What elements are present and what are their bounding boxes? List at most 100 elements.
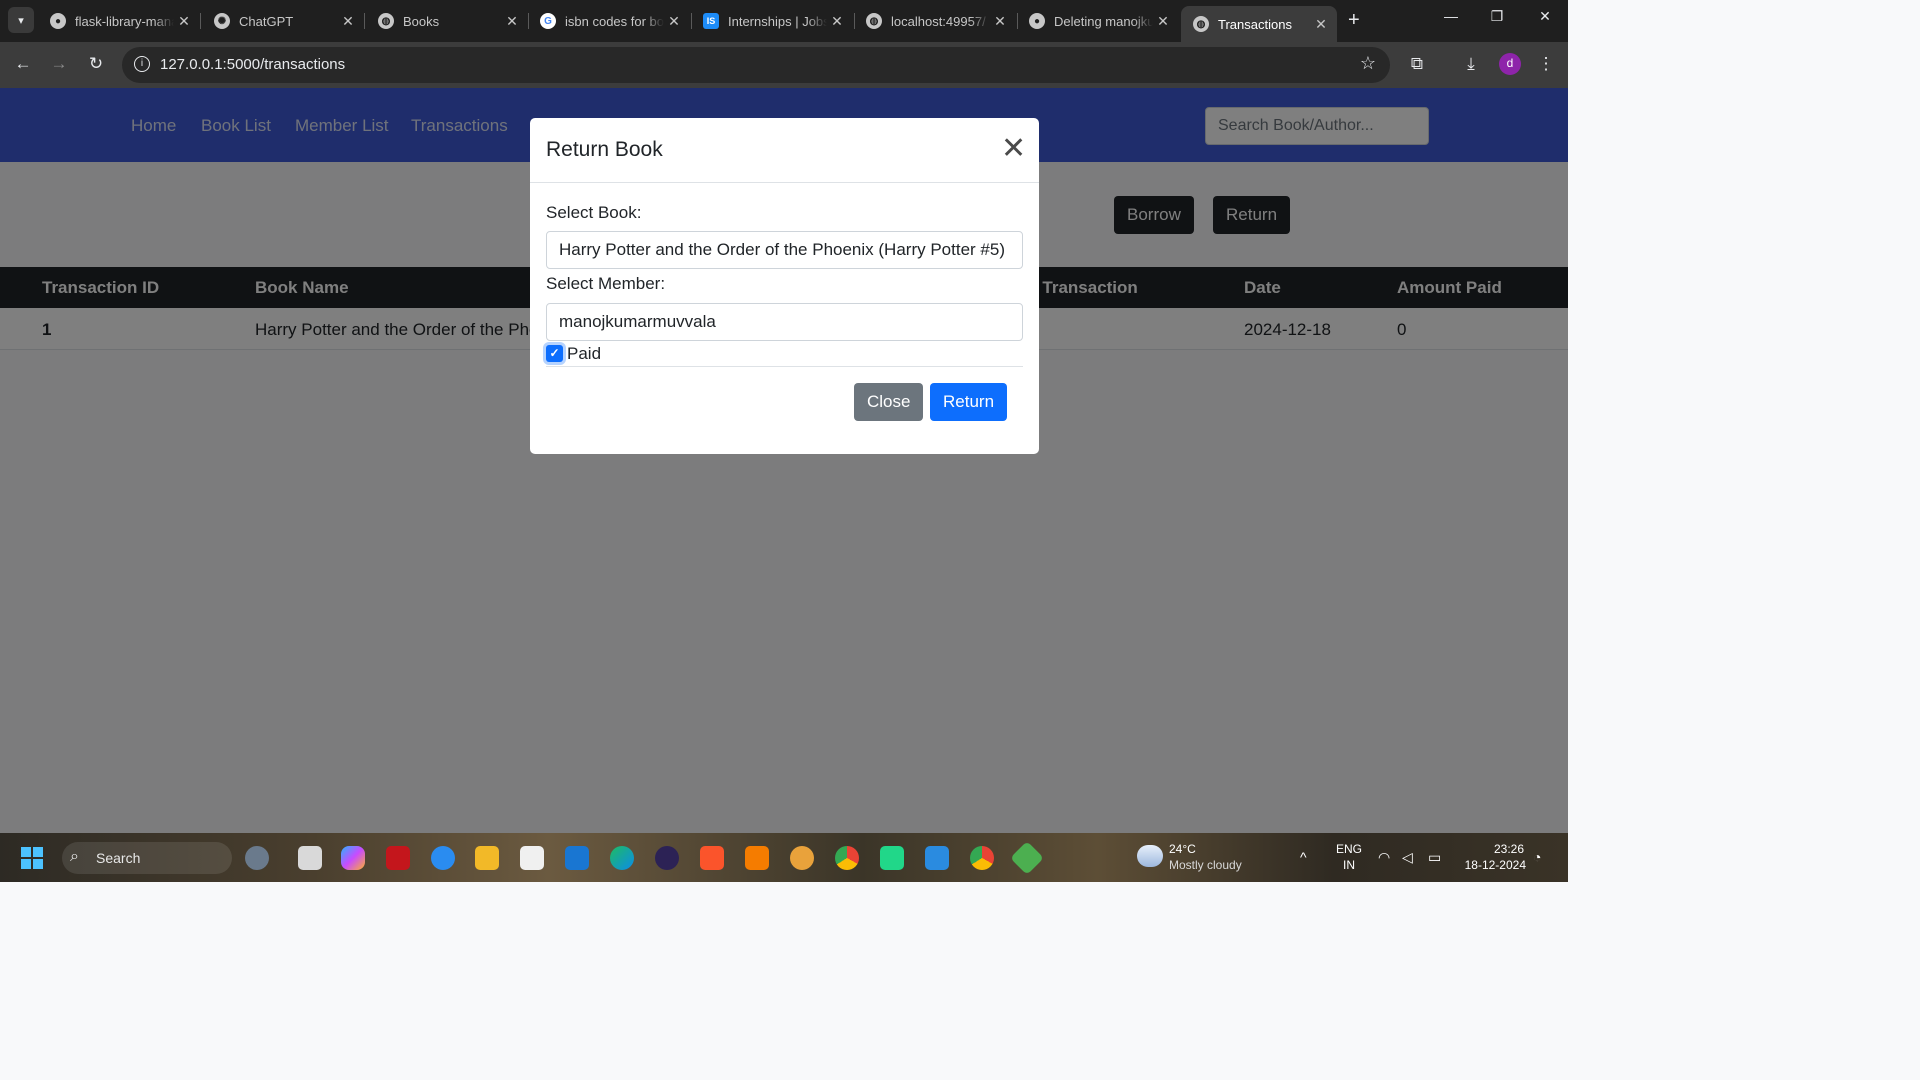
extensions-puzzle-icon[interactable]: ⧉ — [1406, 54, 1428, 74]
chrome-profile-icon[interactable] — [970, 846, 994, 870]
select-member-label: Select Member: — [546, 274, 666, 293]
tab-transactions[interactable]: ◍ Transactions ✕ — [1181, 6, 1337, 42]
select-member-dropdown[interactable]: manojkumarmuvvala — [546, 303, 1023, 341]
tab-close-icon[interactable]: ✕ — [990, 13, 1010, 30]
tab-github-flask[interactable]: ● flask-library-management ✕ — [38, 6, 200, 36]
weather-temp: 24°C — [1169, 842, 1196, 856]
eclipse-icon[interactable] — [655, 846, 679, 870]
windows-taskbar: ⌕ Search 24°C Mostly cloudy ^ ENG IN ◠ ◁… — [0, 833, 1568, 882]
url-text[interactable]: 127.0.0.1:5000/transactions — [160, 56, 345, 73]
snipping-tool-icon[interactable] — [1010, 841, 1044, 875]
weather-cloud-icon[interactable] — [1137, 845, 1163, 867]
mcafee-icon[interactable] — [386, 846, 410, 870]
search-icon: ⌕ — [70, 848, 79, 865]
tab-internships[interactable]: IS Internships | Jobs ✕ — [691, 6, 853, 36]
file-explorer-icon[interactable] — [475, 846, 499, 870]
window-close-icon[interactable]: ✕ — [1530, 8, 1560, 25]
browser-toolbar: ← → ↻ i 127.0.0.1:5000/transactions ☆ ⧉ … — [0, 42, 1568, 88]
copilot-badge-icon[interactable] — [245, 846, 269, 870]
tab-title: Transactions — [1218, 16, 1292, 32]
battery-icon[interactable]: ▭ — [1428, 849, 1441, 866]
github-icon: ● — [50, 13, 66, 29]
paid-checkbox[interactable]: ✓ — [546, 345, 563, 362]
modal-title: Return Book — [546, 138, 663, 161]
tab-close-icon[interactable]: ✕ — [338, 13, 358, 30]
tab-title: Books — [403, 13, 440, 29]
paid-label[interactable]: Paid — [567, 344, 601, 364]
google-icon: G — [540, 13, 556, 29]
notification-bell-icon[interactable]: ◔ — [1533, 849, 1541, 865]
return-book-modal: Return Book ✕ Select Book: Harry Potter … — [530, 118, 1039, 454]
vscode-icon[interactable] — [925, 846, 949, 870]
forward-arrow-icon[interactable]: → — [48, 54, 70, 74]
more-menu-icon[interactable]: ⋮ — [1535, 54, 1557, 74]
reload-icon[interactable]: ↻ — [85, 54, 107, 74]
tab-search-chevron-icon[interactable]: ▾ — [8, 7, 34, 33]
tab-close-icon[interactable]: ✕ — [827, 13, 847, 30]
select-book-dropdown[interactable]: Harry Potter and the Order of the Phoeni… — [546, 231, 1023, 269]
tab-title: ChatGPT — [239, 13, 294, 29]
tab-github-deleting[interactable]: ● Deleting manojkumar ✕ — [1017, 6, 1179, 36]
chrome-icon[interactable] — [835, 846, 859, 870]
taskbar-search[interactable]: ⌕ Search — [62, 842, 232, 874]
back-arrow-icon[interactable]: ← — [12, 54, 34, 74]
profile-avatar[interactable]: d — [1499, 53, 1521, 75]
address-bar[interactable]: i 127.0.0.1:5000/transactions ☆ — [122, 47, 1390, 83]
wifi-icon[interactable]: ◠ — [1378, 849, 1390, 866]
tab-close-icon[interactable]: ✕ — [502, 13, 522, 30]
tab-title: isbn codes for books — [565, 13, 664, 29]
tab-divider — [200, 13, 201, 29]
sourcetree-icon[interactable] — [745, 846, 769, 870]
github-icon: ● — [1029, 13, 1045, 29]
browser-tab-bar: ▾ ● flask-library-management ✕ ✺ ChatGPT… — [0, 0, 1568, 42]
medal-icon[interactable] — [790, 846, 814, 870]
chatgpt-icon: ✺ — [214, 13, 230, 29]
tab-title: Internships | Jobs — [728, 13, 827, 29]
clock-date[interactable]: 18-12-2024 — [1456, 858, 1526, 872]
taskbar-search-label: Search — [96, 850, 141, 866]
internshala-icon: IS — [703, 13, 719, 29]
tab-chatgpt[interactable]: ✺ ChatGPT ✕ — [202, 6, 364, 36]
modal-divider — [546, 366, 1023, 367]
copilot-icon[interactable] — [341, 846, 365, 870]
tab-close-icon[interactable]: ✕ — [174, 13, 194, 30]
region-indicator[interactable]: IN — [1334, 858, 1364, 872]
task-view-icon[interactable] — [298, 846, 322, 870]
tab-close-icon[interactable]: ✕ — [664, 13, 684, 30]
globe-icon: ◍ — [1193, 16, 1209, 32]
tab-books[interactable]: ◍ Books ✕ — [366, 6, 528, 36]
tab-divider — [364, 13, 365, 29]
new-tab-plus-icon[interactable]: + — [1348, 9, 1360, 32]
microsoft-store-icon[interactable] — [520, 846, 544, 870]
select-book-label: Select Book: — [546, 203, 642, 222]
modal-return-button[interactable]: Return — [930, 383, 1008, 421]
tab-close-icon[interactable]: ✕ — [1153, 13, 1173, 30]
globe-icon: ◍ — [866, 13, 882, 29]
brave-icon[interactable] — [700, 846, 724, 870]
edge-icon[interactable] — [610, 846, 634, 870]
tab-localhost[interactable]: ◍ localhost:49957/ ✕ — [854, 6, 1016, 36]
restore-icon[interactable]: ❐ — [1482, 8, 1512, 25]
tab-title: Deleting manojkumar — [1054, 13, 1153, 29]
show-hidden-icons-chevron-icon[interactable]: ^ — [1300, 849, 1307, 865]
pycharm-icon[interactable] — [880, 846, 904, 870]
site-info-icon[interactable]: i — [134, 56, 150, 72]
modal-header: Return Book ✕ — [530, 118, 1039, 183]
help-icon[interactable] — [431, 846, 455, 870]
tab-title: flask-library-management — [75, 13, 174, 29]
bookmark-star-icon[interactable]: ☆ — [1360, 53, 1376, 74]
language-indicator[interactable]: ENG — [1334, 842, 1364, 856]
globe-icon: ◍ — [378, 13, 394, 29]
tab-google-isbn[interactable]: G isbn codes for books ✕ — [528, 6, 690, 36]
clock-time[interactable]: 23:26 — [1460, 842, 1524, 856]
close-icon[interactable]: ✕ — [1001, 134, 1026, 164]
weather-condition: Mostly cloudy — [1169, 858, 1242, 872]
volume-icon[interactable]: ◁ — [1402, 849, 1413, 866]
windows-start-icon[interactable] — [21, 847, 43, 869]
download-icon[interactable]: ⤓ — [1460, 54, 1482, 74]
tab-title: localhost:49957/ — [891, 13, 986, 29]
minimize-icon[interactable]: — — [1436, 8, 1466, 24]
tab-close-icon[interactable]: ✕ — [1311, 16, 1331, 33]
myhp-icon[interactable] — [565, 846, 589, 870]
close-button[interactable]: Close — [854, 383, 924, 421]
